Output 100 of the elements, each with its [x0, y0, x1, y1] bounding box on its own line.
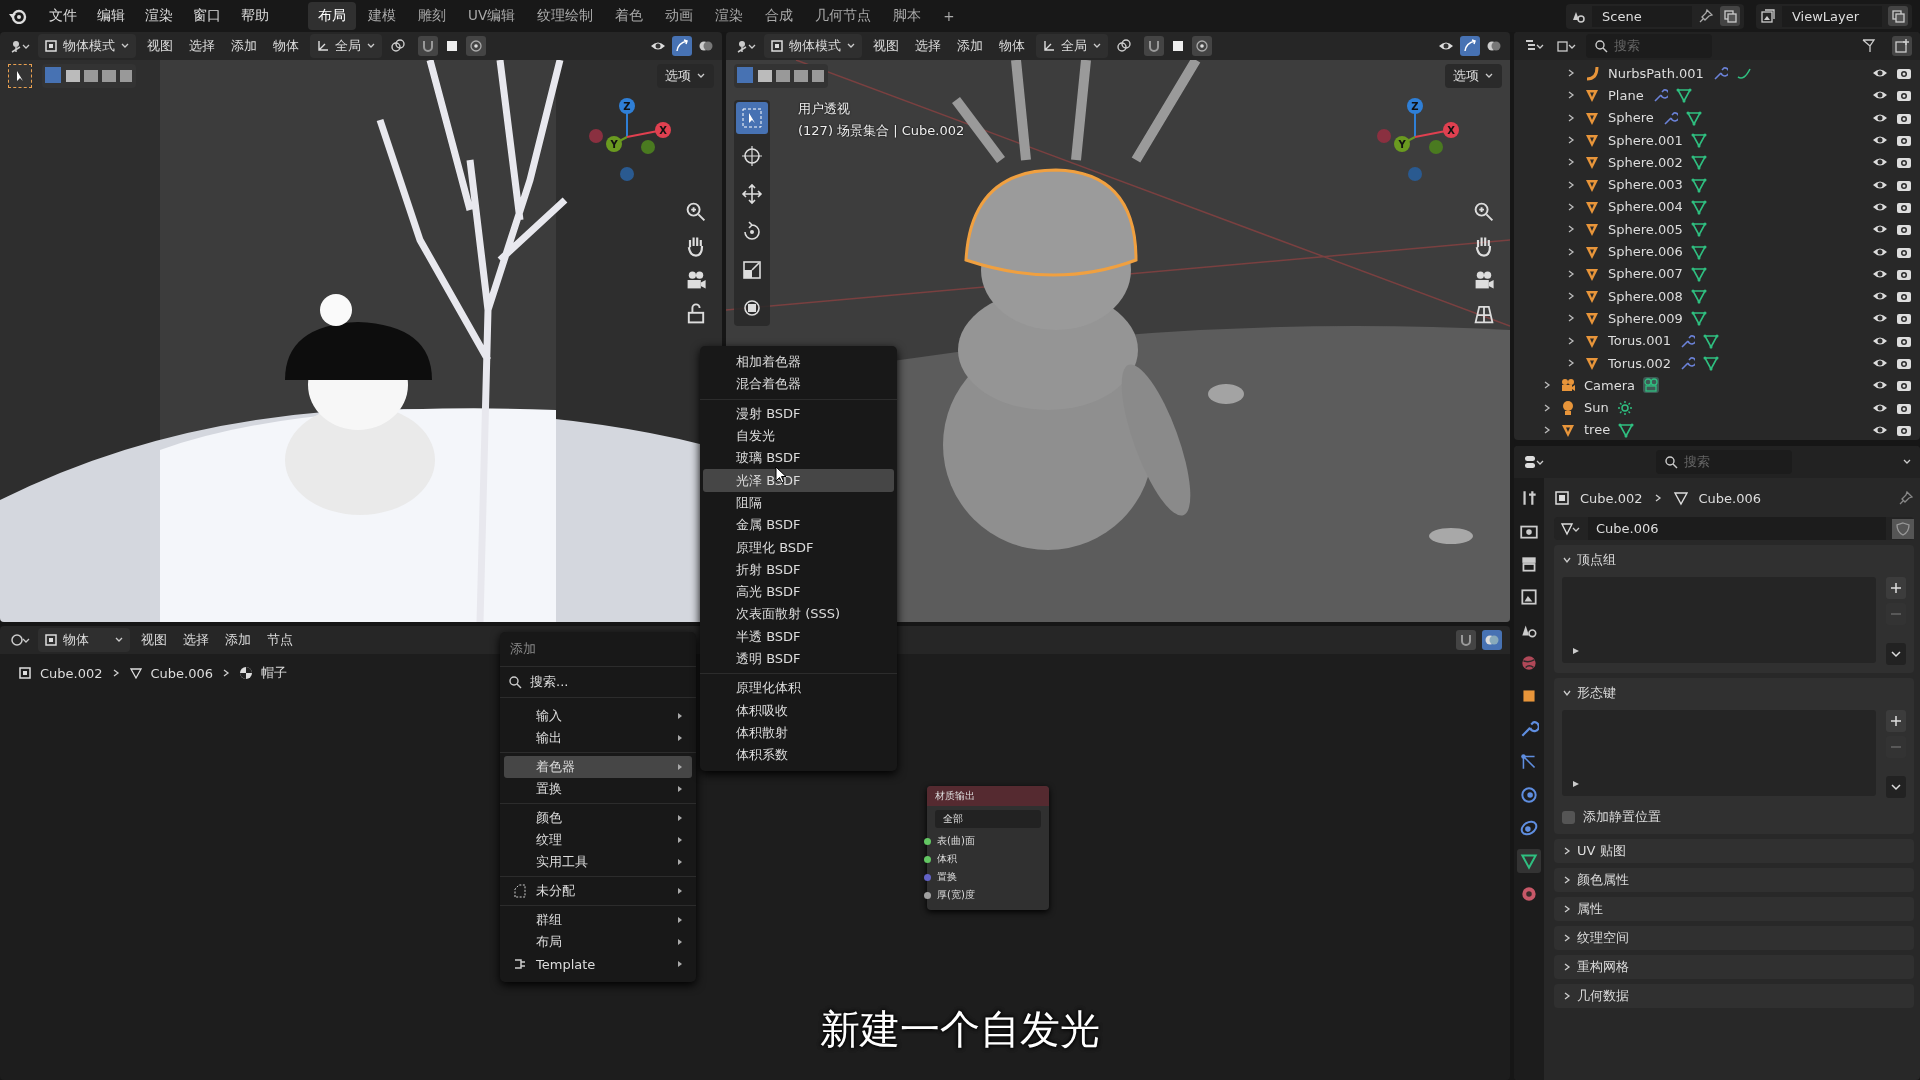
zoom-icon[interactable] [684, 200, 708, 224]
menu-item[interactable]: 未分配 [504, 880, 692, 902]
wrench-icon[interactable] [1679, 355, 1695, 371]
image-stack-icon[interactable] [1554, 38, 1578, 54]
menu-item[interactable]: 半透 BSDF [703, 625, 894, 648]
mesh-data-icon[interactable] [1558, 520, 1582, 537]
panel-header[interactable]: 重构网格 [1554, 955, 1914, 979]
menu-item[interactable]: 选择 [910, 37, 946, 55]
workspace-tab[interactable]: 几何节点 [805, 2, 882, 30]
panel-header[interactable]: UV 贴图 [1554, 839, 1914, 863]
mesh-data-icon[interactable] [1703, 355, 1719, 371]
menu-item[interactable]: 视图 [136, 631, 172, 649]
socket-dot[interactable] [924, 873, 931, 881]
menu-item[interactable]: 输出 [504, 727, 692, 749]
mesh-data-icon[interactable] [1690, 154, 1707, 171]
outliner-item[interactable]: Torus.002 [1608, 355, 1671, 371]
outliner-item[interactable]: Plane [1608, 87, 1644, 103]
checkbox[interactable] [1562, 810, 1575, 824]
orientation-dropdown[interactable]: 全局 [310, 34, 382, 58]
menu-item[interactable]: 选择 [184, 37, 220, 55]
play-icon[interactable] [1572, 647, 1580, 655]
mesh-data-icon[interactable] [1517, 849, 1541, 873]
outliner-item[interactable]: Sphere.002 [1608, 154, 1683, 170]
menu-item[interactable]: 高光 BSDF [703, 580, 894, 604]
pebble[interactable] [1208, 384, 1244, 404]
menu-item[interactable]: 输入 [504, 705, 692, 727]
selection-mode-icons[interactable] [44, 66, 134, 86]
add-button[interactable] [1886, 710, 1906, 732]
pin-icon[interactable] [1898, 490, 1914, 506]
sun-icon[interactable] [1616, 399, 1633, 416]
menu-item[interactable]: 相加着色器 [703, 351, 894, 374]
mesh-data-icon[interactable] [1703, 332, 1719, 349]
menu-item[interactable]: 物体 [268, 37, 304, 55]
select-tool-icon[interactable] [8, 64, 32, 88]
object-type-dropdown[interactable]: 物体 [38, 628, 130, 652]
menu-item[interactable]: 原理化 BSDF [703, 536, 894, 559]
menu-item[interactable]: 折射 BSDF [703, 558, 894, 581]
panel-header[interactable]: 几何数据 [1554, 984, 1914, 1008]
menu-item[interactable]: 置换 [504, 778, 692, 800]
mesh-data-icon[interactable] [1690, 288, 1707, 305]
panel-header[interactable]: 属性 [1554, 897, 1914, 921]
menu-item[interactable]: 体积吸收 [703, 699, 894, 722]
mesh-data-icon[interactable] [1690, 310, 1707, 327]
menu-item[interactable]: 物体 [994, 37, 1030, 55]
menu-item[interactable]: 金属 BSDF [703, 514, 894, 537]
image-stack-icon[interactable] [1760, 8, 1776, 24]
outliner-item[interactable]: Sphere.004 [1608, 199, 1683, 215]
menu-item[interactable]: 节点 [262, 631, 298, 649]
snowman-drawing[interactable] [285, 294, 435, 515]
menu-item[interactable]: 纹理 [504, 829, 692, 851]
menu-item[interactable]: 体积散射 [703, 721, 894, 745]
target-dropdown[interactable]: 全部 [935, 810, 1041, 828]
workspace-tab[interactable]: 渲染 [705, 2, 754, 30]
axis-gizmo-drawing[interactable]: Z Y X [582, 92, 672, 182]
menu-button[interactable] [1886, 643, 1906, 665]
gizmo-toggle-icon[interactable] [672, 36, 692, 56]
menu-item[interactable]: 编辑 [88, 3, 134, 29]
socket-dot[interactable] [924, 837, 931, 845]
magnet-icon[interactable] [1144, 36, 1164, 56]
mesh-data-icon[interactable] [1690, 243, 1707, 260]
blender-logo-icon[interactable] [8, 8, 28, 24]
outliner-item[interactable]: Sun [1584, 400, 1609, 416]
mesh-data-icon[interactable] [1690, 198, 1707, 215]
menu-item[interactable]: 渲染 [136, 3, 182, 29]
add-workspace-button[interactable]: + [933, 3, 965, 29]
overlay-icon[interactable] [1482, 630, 1502, 650]
mesh-data-icon[interactable] [1690, 221, 1707, 238]
menu-item[interactable]: 添加 [220, 631, 256, 649]
menu-item[interactable]: 布局 [504, 931, 692, 953]
material-output-node[interactable]: 材质输出 全部 表(曲)面 体积 置换 厚(宽)度 [927, 786, 1049, 910]
panel-header[interactable]: 颜色属性 [1554, 868, 1914, 892]
menu-item[interactable]: 颜色 [504, 807, 692, 829]
add-button[interactable] [1886, 577, 1906, 599]
panel-header[interactable]: 纹理空间 [1554, 926, 1914, 950]
outliner-item[interactable]: Sphere [1608, 110, 1654, 126]
outliner-item[interactable]: Sphere.006 [1608, 244, 1683, 259]
workspace-tab[interactable]: 布局 [308, 2, 356, 30]
play-icon[interactable] [1572, 780, 1580, 788]
workspace-tab[interactable]: 合成 [755, 2, 804, 30]
menu-item[interactable]: 添加 [226, 37, 262, 55]
menu-item[interactable]: 文件 [40, 3, 86, 29]
zoom-icon[interactable] [1472, 200, 1496, 224]
editor-type-icon[interactable] [8, 632, 32, 648]
new-collection-icon[interactable] [1892, 36, 1912, 56]
socket-dot[interactable] [924, 855, 931, 863]
menu-item[interactable]: 帮助 [232, 3, 278, 29]
workspace-tab[interactable]: 着色 [605, 2, 654, 30]
menu-item[interactable]: 次表面散射 (SSS) [703, 603, 894, 626]
menu-item[interactable]: 混合着色器 [703, 373, 894, 396]
outliner-item[interactable]: Sphere.007 [1608, 266, 1683, 282]
view-layer-field[interactable]: ViewLayer [1782, 5, 1882, 27]
snap-icon[interactable] [1456, 630, 1476, 650]
shield-icon[interactable] [1892, 518, 1914, 539]
workspace-tab[interactable]: 纹理绘制 [527, 2, 604, 30]
workspace-tab[interactable]: 雕刻 [408, 2, 456, 30]
editor-type-icon[interactable] [1522, 454, 1546, 470]
menu-item[interactable]: 视图 [142, 37, 178, 55]
menu-item[interactable]: 添加 [952, 37, 988, 55]
mesh-data-icon[interactable] [1685, 109, 1702, 126]
outliner-item[interactable]: Sphere.009 [1608, 310, 1683, 326]
